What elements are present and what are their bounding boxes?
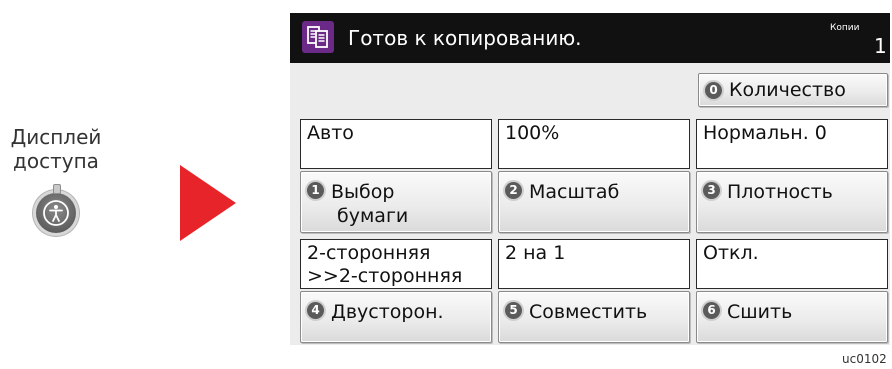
staple-value: Откл. xyxy=(696,239,888,289)
number-key-2-icon: 2 xyxy=(505,182,522,199)
paper-selection-button-label: Выбор бумаги xyxy=(331,180,408,228)
duplex-value-line2: >>2-сторонняя xyxy=(307,265,463,287)
combine-value: 2 на 1 xyxy=(498,239,690,289)
quantity-button[interactable]: 0 Количество xyxy=(698,73,888,107)
combine-button[interactable]: 5 Совместить xyxy=(498,291,690,343)
access-display-label-line2: доступа xyxy=(13,149,99,173)
access-display-label: Дисплей доступа xyxy=(0,125,112,173)
density-value: Нормальн. 0 xyxy=(696,119,888,169)
combine-button-label: Совместить xyxy=(529,301,648,323)
number-key-3-icon: 3 xyxy=(703,182,720,199)
touch-panel-screen: Готов к копированию. Копии 1 0 Количеств… xyxy=(290,13,890,345)
density-button[interactable]: 3 Плотность xyxy=(696,171,888,233)
number-key-6-icon: 6 xyxy=(703,302,720,319)
zoom-value: 100% xyxy=(498,119,690,169)
duplex-button[interactable]: 4 Двусторон. xyxy=(300,291,492,343)
accessibility-person-icon xyxy=(43,200,69,226)
staple-value-text: Откл. xyxy=(703,242,759,264)
number-key-4-icon: 4 xyxy=(307,302,324,319)
copies-label: Копии xyxy=(830,23,860,33)
duplex-value: 2-сторонняя >>2-сторонняя xyxy=(300,239,492,289)
combine-value-text: 2 на 1 xyxy=(505,242,566,264)
density-button-label: Плотность xyxy=(727,181,833,203)
copies-count: 1 xyxy=(874,34,887,58)
paper-selection-value: Авто xyxy=(300,119,492,169)
duplex-value-line1: 2-сторонняя xyxy=(307,242,431,264)
indicator-led xyxy=(53,184,61,194)
accessibility-display-key[interactable] xyxy=(36,184,76,233)
staple-button[interactable]: 6 Сшить xyxy=(696,291,888,343)
copy-documents-icon xyxy=(307,26,328,48)
status-title: Готов к копированию. xyxy=(348,26,582,50)
duplex-button-label: Двусторон. xyxy=(331,301,444,323)
status-header: Готов к копированию. Копии 1 xyxy=(290,13,890,63)
density-value-text: Нормальн. 0 xyxy=(703,122,827,144)
paper-selection-label-line2: бумаги xyxy=(337,205,409,227)
staple-button-label: Сшить xyxy=(727,301,793,323)
copy-mode-badge xyxy=(302,21,334,53)
quantity-button-label: Количество xyxy=(729,79,846,101)
paper-selection-button[interactable]: 1 Выбор бумаги xyxy=(300,171,492,233)
paper-selection-label-line1: Выбор xyxy=(331,181,395,203)
zoom-button-label: Масштаб xyxy=(529,181,620,203)
paper-selection-value-text: Авто xyxy=(307,122,354,144)
figure-code: uc0102 xyxy=(842,352,887,366)
number-key-5-icon: 5 xyxy=(505,302,522,319)
right-arrow-icon xyxy=(180,165,236,241)
number-key-0-icon: 0 xyxy=(705,82,722,99)
zoom-button[interactable]: 2 Масштаб xyxy=(498,171,690,233)
access-display-label-line1: Дисплей xyxy=(10,125,102,149)
zoom-value-text: 100% xyxy=(505,122,560,144)
number-key-1-icon: 1 xyxy=(307,182,324,199)
